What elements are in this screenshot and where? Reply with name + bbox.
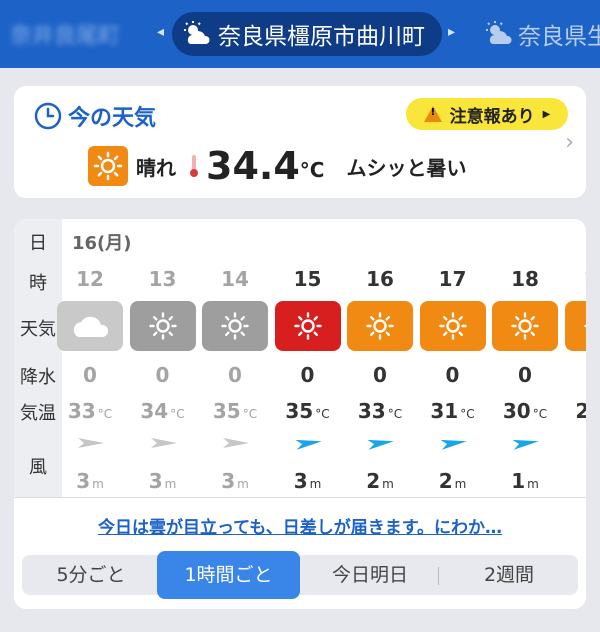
forecast-summary-link[interactable]: 今日は雲が目立っても、日差しが届きます。にわか… (14, 513, 586, 538)
caret-right-icon: ▶ (542, 108, 551, 120)
wind-speed-value: 2m (438, 469, 467, 493)
hour-label: 12 (76, 267, 104, 291)
hour-label: 15 (293, 267, 322, 291)
next-location-label: 奈良県生 (518, 24, 600, 50)
hour-column: 19 0 28°C 1m (562, 219, 587, 497)
wind-direction-icon (439, 435, 469, 455)
temperature-unit: °C (299, 158, 325, 182)
feels-like-text: ムシッと暑い (346, 155, 467, 180)
hour-column: 12 0 33 °C 3 m (54, 219, 126, 497)
rain-value: 0 (83, 363, 97, 387)
tab-2weeks[interactable]: 2週間 (440, 555, 578, 595)
hour-column: 17 0 31 °C 2 m (417, 219, 489, 497)
wind-speed-value: 1m (562, 469, 586, 493)
hour-column: 15 0 35 °C 3 m (272, 219, 344, 497)
rain-value: 0 (562, 363, 587, 387)
temp-value: 34 °C (140, 399, 185, 423)
temp-value: 33 °C (67, 399, 113, 423)
sun-icon (347, 301, 413, 351)
wind-speed-value: 3m (76, 469, 104, 493)
divider (14, 497, 586, 498)
location-bar: 奈井良尾町 ◂ 奈良県橿原市曲川町 ▸ 奈良県生 (0, 0, 600, 68)
wind-direction-icon (584, 435, 586, 455)
next-location[interactable]: 奈良県生 (484, 14, 600, 54)
hour-column: 18 0 30 °C 1 m (489, 219, 561, 497)
wind-speed-value: 1m (511, 469, 539, 493)
thermometer-icon (190, 155, 198, 177)
sun-icon (492, 301, 558, 351)
hour-column: 16 0 33 °C 2 m (344, 219, 416, 497)
tab-5min[interactable]: 5分ごと (22, 555, 160, 595)
sun-cloud-icon (486, 21, 512, 44)
chevron-right-icon[interactable]: › (565, 130, 574, 155)
wind-direction-icon (294, 435, 324, 455)
sun-icon (564, 301, 586, 351)
temp-value: 30 °C (502, 399, 548, 423)
wind-speed-value: 3m (221, 469, 249, 493)
tab-divider (438, 567, 439, 585)
prev-location[interactable]: 奈井良尾町 (10, 18, 120, 50)
temp-value: 35 °C (285, 399, 330, 423)
rain-value: 0 (228, 363, 242, 387)
warning-label: 注意報あり (449, 106, 535, 127)
hour-label: 17 (438, 267, 467, 291)
sun-cloud-icon (184, 21, 210, 44)
hour-column: 14 0 35 °C 3 m (199, 219, 271, 497)
wind-direction-icon (149, 435, 179, 455)
current-temperature: 34.4 (206, 144, 300, 188)
temp-value: 35 °C (212, 399, 258, 423)
temp-value: 28°C (575, 399, 586, 423)
current-weather-card[interactable]: 今の天気 注意報あり ▶ › 晴れ 34.4 °C ムシッと暑い (14, 86, 586, 198)
clock-icon (34, 102, 62, 130)
warning-icon (423, 106, 442, 122)
sun-icon (129, 301, 196, 351)
current-weather-title: 今の天気 (34, 100, 156, 132)
tab-today-tomorrow[interactable]: 今日明日 (302, 555, 438, 595)
temp-value: 31 °C (430, 399, 475, 423)
wind-direction-icon (76, 435, 106, 455)
current-location-label: 奈良県橿原市曲川町 (218, 24, 425, 50)
sun-icon (88, 146, 128, 186)
hour-label: 19 (562, 267, 586, 291)
wind-direction-icon (511, 435, 541, 455)
temp-value: 33 °C (357, 399, 403, 423)
wind-speed-value: 2m (366, 469, 394, 493)
sun-icon (202, 301, 268, 351)
interval-tabs: 5分ごと 1時間ごと 今日明日 2週間 (22, 551, 578, 599)
next-arrow-icon[interactable]: ▸ (448, 24, 455, 40)
rain-value: 0 (373, 363, 387, 387)
hourly-forecast-card: 日 時 天気 降水 気温 風 16(月) 12 0 33 °C 3 m 13 0 34 °C 3 m 1… (14, 219, 586, 609)
warning-badge[interactable]: 注意報あり ▶ (406, 98, 568, 130)
hour-label: 16 (366, 267, 394, 291)
cloud-icon (57, 301, 123, 351)
hour-column: 13 0 34 °C 3 m (127, 219, 199, 497)
hour-label: 14 (221, 267, 249, 291)
rain-value: 0 (445, 363, 460, 387)
current-weather-summary: 晴れ 34.4 °C ムシッと暑い (88, 144, 466, 188)
rain-value: 0 (518, 363, 532, 387)
rain-value: 0 (300, 363, 315, 387)
prev-arrow-icon[interactable]: ◂ (157, 24, 164, 40)
sun-icon (419, 301, 486, 351)
current-weather-title-text: 今の天気 (68, 106, 157, 131)
wind-direction-icon (221, 435, 251, 455)
hour-label: 18 (511, 267, 539, 291)
weather-condition: 晴れ (136, 155, 176, 180)
wind-direction-icon (366, 435, 396, 455)
sun-icon (274, 301, 341, 351)
wind-speed-value: 3m (148, 469, 177, 493)
rain-value: 0 (155, 363, 170, 387)
hour-label: 13 (148, 267, 177, 291)
current-location-button[interactable]: 奈良県橿原市曲川町 (172, 12, 442, 56)
tab-hourly[interactable]: 1時間ごと (157, 551, 300, 599)
wind-speed-value: 3m (293, 469, 322, 493)
